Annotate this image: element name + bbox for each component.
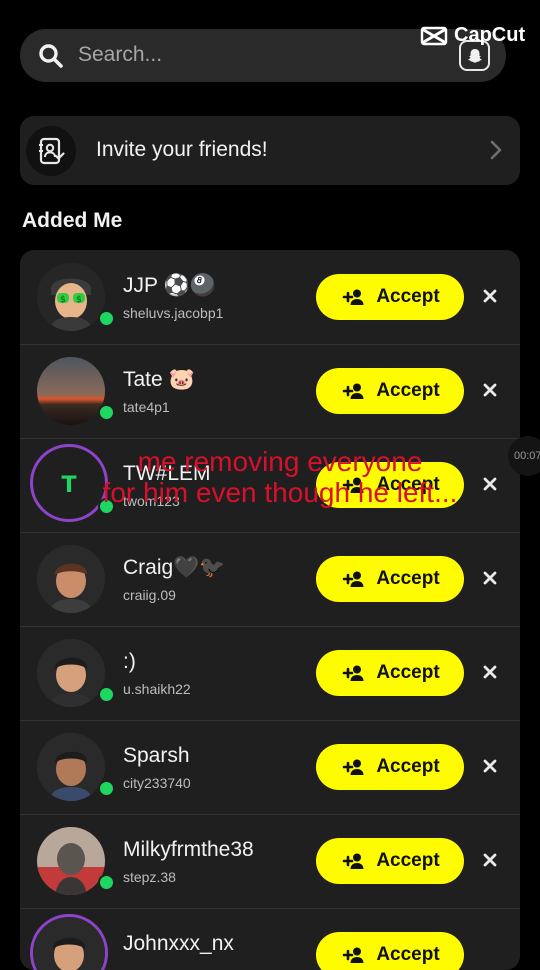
close-icon[interactable] bbox=[482, 758, 498, 779]
accept-label: Accept bbox=[376, 756, 440, 777]
list-item: Johnxxx_nx Accept bbox=[20, 908, 520, 970]
capcut-watermark: CapCut bbox=[420, 24, 525, 47]
invite-friends-row[interactable]: Invite your friends! bbox=[20, 116, 520, 185]
avatar bbox=[37, 357, 105, 425]
overlay-caption: me removing everyone for him even though… bbox=[60, 446, 500, 508]
ghost-icon bbox=[467, 48, 482, 63]
list-item: Craig🖤🐦‍⬛ craiig.09 Accept bbox=[20, 532, 520, 627]
add-friend-icon bbox=[343, 571, 364, 587]
accept-label: Accept bbox=[376, 850, 440, 871]
add-friend-icon bbox=[343, 947, 364, 963]
accept-button[interactable]: Accept bbox=[316, 556, 464, 602]
accept-button[interactable]: Accept bbox=[316, 274, 464, 320]
search-icon bbox=[38, 43, 64, 74]
request-username: city233740 bbox=[123, 775, 191, 791]
avatar bbox=[37, 545, 105, 613]
accept-label: Accept bbox=[376, 380, 440, 401]
request-username: u.shaikh22 bbox=[123, 681, 191, 697]
close-icon[interactable] bbox=[482, 664, 498, 685]
close-icon[interactable] bbox=[482, 382, 498, 403]
watermark-text: CapCut bbox=[454, 24, 526, 46]
video-timer: 00:07 bbox=[508, 436, 540, 476]
request-name: JJP ⚽🎱 bbox=[123, 274, 216, 297]
add-friend-icon bbox=[343, 383, 364, 399]
online-indicator bbox=[98, 874, 115, 891]
request-username: stepz.38 bbox=[123, 869, 176, 885]
add-friend-icon bbox=[343, 853, 364, 869]
request-name: :) bbox=[123, 650, 136, 673]
list-item: :) u.shaikh22 Accept bbox=[20, 626, 520, 721]
invite-label: Invite your friends! bbox=[96, 138, 268, 161]
request-name: Milkyfrmthe38 bbox=[123, 838, 254, 861]
online-indicator bbox=[98, 780, 115, 797]
capcut-logo-icon bbox=[420, 26, 448, 45]
request-name: Sparsh bbox=[123, 744, 190, 767]
request-name: Craig🖤🐦‍⬛ bbox=[123, 556, 226, 579]
close-icon[interactable] bbox=[482, 852, 498, 873]
list-item: Tate 🐷 tate4p1 Accept bbox=[20, 344, 520, 439]
list-item: Milkyfrmthe38 stepz.38 Accept bbox=[20, 814, 520, 909]
add-friend-icon bbox=[343, 665, 364, 681]
accept-label: Accept bbox=[376, 286, 440, 307]
accept-button[interactable]: Accept bbox=[316, 650, 464, 696]
avatar bbox=[30, 914, 108, 970]
request-name: Johnxxx_nx bbox=[123, 932, 234, 955]
overlay-line-2: for him even though he left... bbox=[102, 477, 458, 508]
avatar: $ $ bbox=[37, 263, 105, 331]
list-item: $ $ JJP ⚽🎱 sheluvs.jacobp1 Accept bbox=[20, 250, 520, 345]
request-username: tate4p1 bbox=[123, 399, 170, 415]
online-indicator bbox=[98, 404, 115, 421]
accept-button[interactable]: Accept bbox=[316, 838, 464, 884]
online-indicator bbox=[98, 686, 115, 703]
accept-label: Accept bbox=[376, 568, 440, 589]
request-username: craiig.09 bbox=[123, 587, 176, 603]
accept-label: Accept bbox=[376, 944, 440, 965]
list-item: Sparsh city233740 Accept bbox=[20, 720, 520, 815]
chevron-right-icon bbox=[490, 140, 502, 165]
search-placeholder: Search... bbox=[78, 43, 163, 66]
add-friend-icon bbox=[343, 289, 364, 305]
accept-button[interactable]: Accept bbox=[316, 932, 464, 970]
close-icon[interactable] bbox=[482, 288, 498, 309]
accept-button[interactable]: Accept bbox=[316, 368, 464, 414]
invite-icon bbox=[26, 126, 76, 176]
avatar bbox=[37, 733, 105, 801]
accept-button[interactable]: Accept bbox=[316, 744, 464, 790]
avatar bbox=[37, 639, 105, 707]
avatar bbox=[37, 827, 105, 895]
request-username: sheluvs.jacobp1 bbox=[123, 305, 224, 321]
svg-text:$: $ bbox=[76, 295, 82, 305]
section-title-added-me: Added Me bbox=[22, 209, 123, 232]
svg-text:$: $ bbox=[60, 295, 66, 305]
online-indicator bbox=[98, 310, 115, 327]
add-friend-icon bbox=[343, 759, 364, 775]
request-name: Tate 🐷 bbox=[123, 368, 195, 391]
overlay-line-1: me removing everyone bbox=[137, 446, 423, 477]
added-me-list: $ $ JJP ⚽🎱 sheluvs.jacobp1 Accept Tate 🐷 … bbox=[20, 250, 520, 970]
close-icon[interactable] bbox=[482, 570, 498, 591]
accept-label: Accept bbox=[376, 662, 440, 683]
